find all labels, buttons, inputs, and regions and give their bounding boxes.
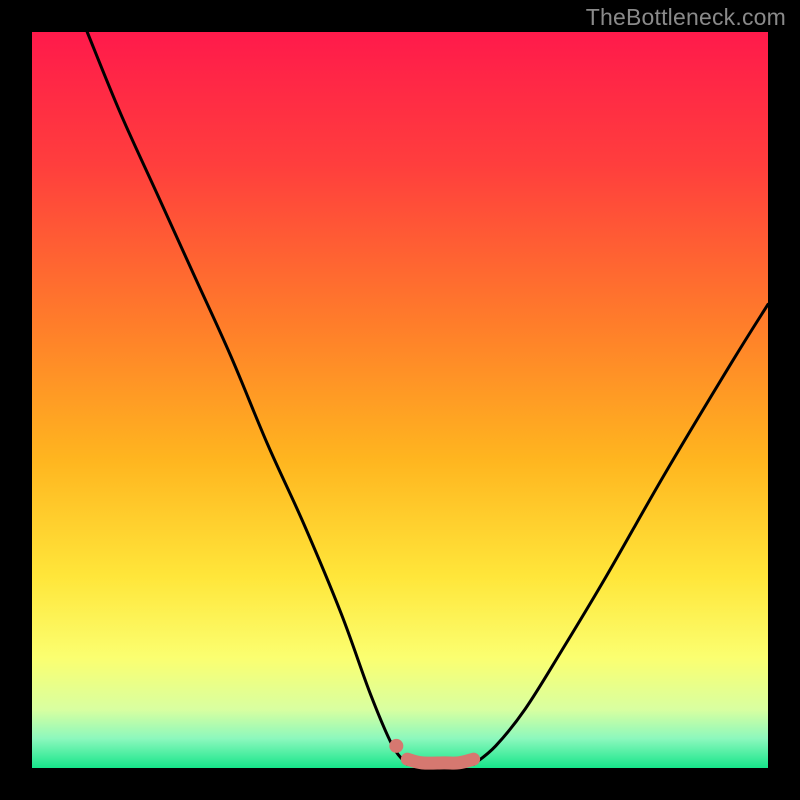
chart-canvas: TheBottleneck.com	[0, 0, 800, 800]
plot-background	[32, 32, 768, 768]
watermark-text: TheBottleneck.com	[586, 4, 786, 31]
valley-highlight-stroke	[407, 759, 473, 763]
chart-svg	[0, 0, 800, 800]
valley-highlight-dot	[389, 739, 403, 753]
